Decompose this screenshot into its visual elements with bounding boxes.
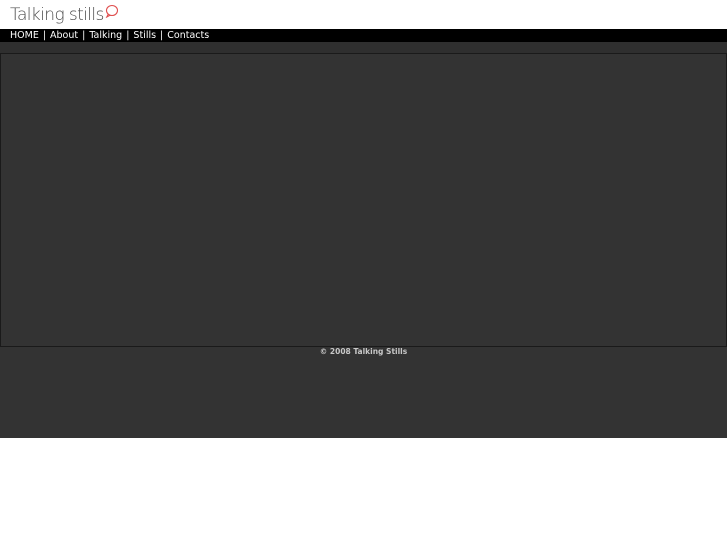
nav-item-about[interactable]: About [50, 29, 78, 42]
speech-bubble-icon [105, 3, 119, 22]
nav-separator: | [160, 30, 164, 41]
main-content-area [0, 53, 727, 347]
nav-item-home[interactable]: HOME [10, 29, 39, 42]
nav-bar: HOME | About | Talking | Stills | Contac… [0, 29, 727, 42]
nav-item-stills[interactable]: Stills [133, 29, 156, 42]
copyright-text: © 2008 Talking Stills [319, 347, 408, 356]
nav-separator: | [82, 30, 86, 41]
footer: © 2008 Talking Stills [0, 347, 727, 438]
site-logo[interactable]: Talking stills [10, 2, 119, 28]
header: Talking stills [0, 0, 727, 29]
nav-separator: | [42, 30, 47, 41]
nav-menu: HOME | About | Talking | Stills | Contac… [10, 29, 209, 42]
nav-separator: | [126, 30, 130, 41]
divider-strip [0, 42, 727, 53]
logo-text: Talking stills [10, 5, 104, 25]
nav-item-contacts[interactable]: Contacts [167, 29, 209, 42]
nav-item-talking[interactable]: Talking [89, 29, 122, 42]
page: Talking stills HOME | About | Talking | … [0, 0, 727, 545]
